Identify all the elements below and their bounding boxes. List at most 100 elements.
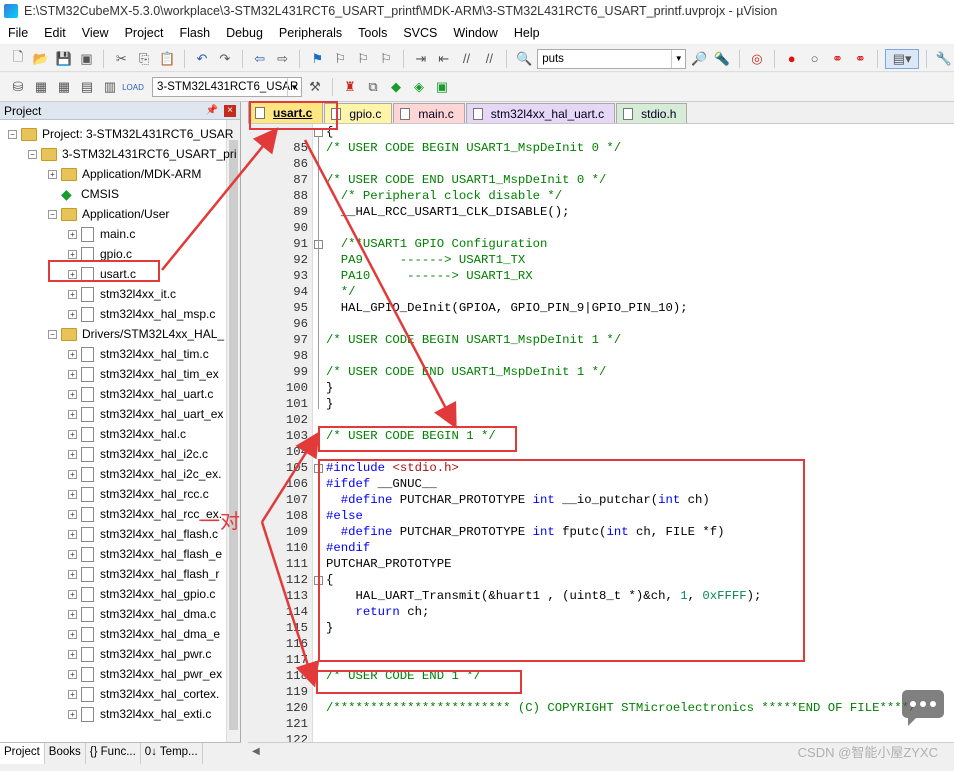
configure-icon[interactable]: 🔧 <box>934 49 954 69</box>
indent-icon[interactable]: ⇥ <box>411 49 431 69</box>
menu-item-window[interactable]: Window <box>445 26 505 40</box>
code-line[interactable]: */ <box>326 284 356 300</box>
menu-item-svcs[interactable]: SVCS <box>395 26 445 40</box>
tree-item[interactable]: − 3-STM32L431RCT6_USART_pri <box>28 144 237 164</box>
code-line[interactable]: } <box>326 396 333 412</box>
tree-item[interactable]: − Application/User <box>48 204 169 224</box>
panel-tab[interactable]: 0↓ Temp... <box>141 743 203 764</box>
window-layout-icon[interactable]: ▤▾ <box>885 48 920 69</box>
undo-icon[interactable]: ↶ <box>192 49 212 69</box>
tree-scrollbar[interactable] <box>226 120 240 742</box>
code-line[interactable]: } <box>326 380 333 396</box>
tree-item[interactable]: − Project: 3-STM32L431RCT6_USAR <box>8 124 233 144</box>
cut-icon[interactable]: ✂ <box>111 49 131 69</box>
build-icon[interactable]: ▦ <box>31 77 51 97</box>
expand-icon[interactable]: + <box>68 309 77 319</box>
code-line[interactable]: __HAL_RCC_USART1_CLK_DISABLE(); <box>326 204 570 220</box>
expand-icon[interactable]: + <box>68 569 77 579</box>
comment-icon[interactable]: // <box>457 49 477 69</box>
expand-icon[interactable]: + <box>68 449 77 459</box>
forward-icon[interactable]: ⇨ <box>273 49 293 69</box>
panel-tab[interactable]: {} Func... <box>86 743 141 764</box>
expand-icon[interactable]: + <box>68 369 77 379</box>
expand-icon[interactable]: + <box>68 549 77 559</box>
disable-breakpoint-icon[interactable]: ○ <box>805 49 825 69</box>
manage-packs-icon[interactable]: ◆ <box>386 77 406 97</box>
disable-all-breakpoints-icon[interactable]: ⚭ <box>828 49 848 69</box>
manage-project-icon[interactable]: ♜ <box>340 77 360 97</box>
copy-icon[interactable]: ⎘ <box>134 49 154 69</box>
code-line[interactable]: PA9 ------> USART1_TX <box>326 252 526 268</box>
code-line[interactable]: /* USER CODE END USART1_MspDeInit 0 */ <box>326 172 606 188</box>
expand-icon[interactable]: + <box>68 409 77 419</box>
expand-icon[interactable]: + <box>68 689 77 699</box>
new-file-icon[interactable]: 🗋 <box>8 49 28 69</box>
menu-item-file[interactable]: File <box>0 26 36 40</box>
tree-item[interactable]: + stm32l4xx_hal_flash.c <box>68 524 218 544</box>
menu-item-flash[interactable]: Flash <box>171 26 218 40</box>
tree-item[interactable]: + stm32l4xx_hal_tim_ex <box>68 364 219 384</box>
collapse-icon[interactable]: − <box>48 329 57 339</box>
back-icon[interactable]: ⇦ <box>250 49 270 69</box>
select-packs-icon[interactable]: ◈ <box>409 77 429 97</box>
expand-icon[interactable]: + <box>68 709 77 719</box>
clear-bookmarks-icon[interactable]: ⚐ <box>376 49 396 69</box>
menu-item-debug[interactable]: Debug <box>218 26 271 40</box>
target-select[interactable]: 3-STM32L431RCT6_USAR ▼ <box>152 77 302 97</box>
tree-item[interactable]: + stm32l4xx_hal_gpio.c <box>68 584 215 604</box>
collapse-icon[interactable]: − <box>28 149 37 159</box>
expand-icon[interactable]: + <box>68 609 77 619</box>
collapse-icon[interactable]: − <box>8 129 17 139</box>
code-line[interactable]: /* USER CODE BEGIN USART1_MspDeInit 0 */ <box>326 140 621 156</box>
save-icon[interactable]: 💾 <box>54 49 74 69</box>
code-line[interactable]: HAL_GPIO_DeInit(GPIOA, GPIO_PIN_9|GPIO_P… <box>326 300 688 316</box>
tree-item[interactable]: + stm32l4xx_hal_i2c_ex. <box>68 464 221 484</box>
unindent-icon[interactable]: ⇤ <box>434 49 454 69</box>
code-line[interactable]: /* USER CODE END USART1_MspDeInit 1 */ <box>326 364 606 380</box>
find-combo[interactable]: puts ▼ <box>537 48 687 69</box>
save-all-icon[interactable]: ▣ <box>77 49 97 69</box>
menu-item-edit[interactable]: Edit <box>36 26 74 40</box>
tree-item[interactable]: + stm32l4xx_hal_rcc.c <box>68 484 209 504</box>
bookmark-icon[interactable]: ⚑ <box>307 49 327 69</box>
expand-icon[interactable]: + <box>48 169 57 179</box>
tab-stdio-h[interactable]: stdio.h <box>616 103 688 123</box>
tree-item[interactable]: + stm32l4xx_hal_exti.c <box>68 704 211 724</box>
tree-item[interactable]: + stm32l4xx_hal_dma.c <box>68 604 216 624</box>
menu-item-project[interactable]: Project <box>117 26 172 40</box>
expand-icon[interactable]: + <box>68 229 77 239</box>
tree-item[interactable]: + stm32l4xx_hal_i2c.c <box>68 444 208 464</box>
stop-build-icon[interactable]: ▥ <box>100 77 120 97</box>
tree-item[interactable]: + Application/MDK-ARM <box>48 164 201 184</box>
tree-item[interactable]: + main.c <box>68 224 135 244</box>
menu-item-view[interactable]: View <box>74 26 117 40</box>
breakpoint-icon[interactable]: ● <box>782 49 802 69</box>
chat-bubble-icon[interactable] <box>900 688 946 728</box>
run-time-env-icon[interactable]: ▣ <box>432 77 452 97</box>
panel-tab[interactable]: Project <box>0 743 45 764</box>
tree-item[interactable]: + stm32l4xx_hal_msp.c <box>68 304 215 324</box>
expand-icon[interactable]: + <box>68 629 77 639</box>
expand-icon[interactable]: + <box>68 289 77 299</box>
tree-item[interactable]: + stm32l4xx_hal_uart_ex <box>68 404 223 424</box>
code-line[interactable]: /* USER CODE BEGIN USART1_MspDeInit 1 */ <box>326 332 621 348</box>
kill-breakpoints-icon[interactable]: ⚭ <box>850 49 870 69</box>
expand-icon[interactable]: + <box>68 469 77 479</box>
prev-bookmark-icon[interactable]: ⚐ <box>330 49 350 69</box>
pin-icon[interactable]: 📌 <box>206 105 218 116</box>
expand-icon[interactable]: + <box>68 349 77 359</box>
tree-item[interactable]: + stm32l4xx_hal_pwr.c <box>68 644 211 664</box>
tree-item[interactable]: + stm32l4xx_hal_flash_r <box>68 564 219 584</box>
tree-item[interactable]: + stm32l4xx_hal_rcc_ex. <box>68 504 222 524</box>
tree-item[interactable]: − Drivers/STM32L4xx_HAL_ <box>48 324 224 344</box>
tree-item[interactable]: + stm32l4xx_hal_dma_e <box>68 624 220 644</box>
chevron-down-icon[interactable]: ▼ <box>671 49 685 68</box>
batch-build-icon[interactable]: ▤ <box>77 77 97 97</box>
expand-icon[interactable]: + <box>68 509 77 519</box>
multi-project-icon[interactable]: ⧉ <box>363 77 383 97</box>
expand-icon[interactable]: + <box>68 249 77 259</box>
tree-item[interactable]: + stm32l4xx_hal_cortex. <box>68 684 219 704</box>
download-icon[interactable]: LOAD <box>122 77 144 97</box>
scrollbar-thumb[interactable] <box>229 140 238 730</box>
code-line[interactable]: PA10 ------> USART1_RX <box>326 268 533 284</box>
